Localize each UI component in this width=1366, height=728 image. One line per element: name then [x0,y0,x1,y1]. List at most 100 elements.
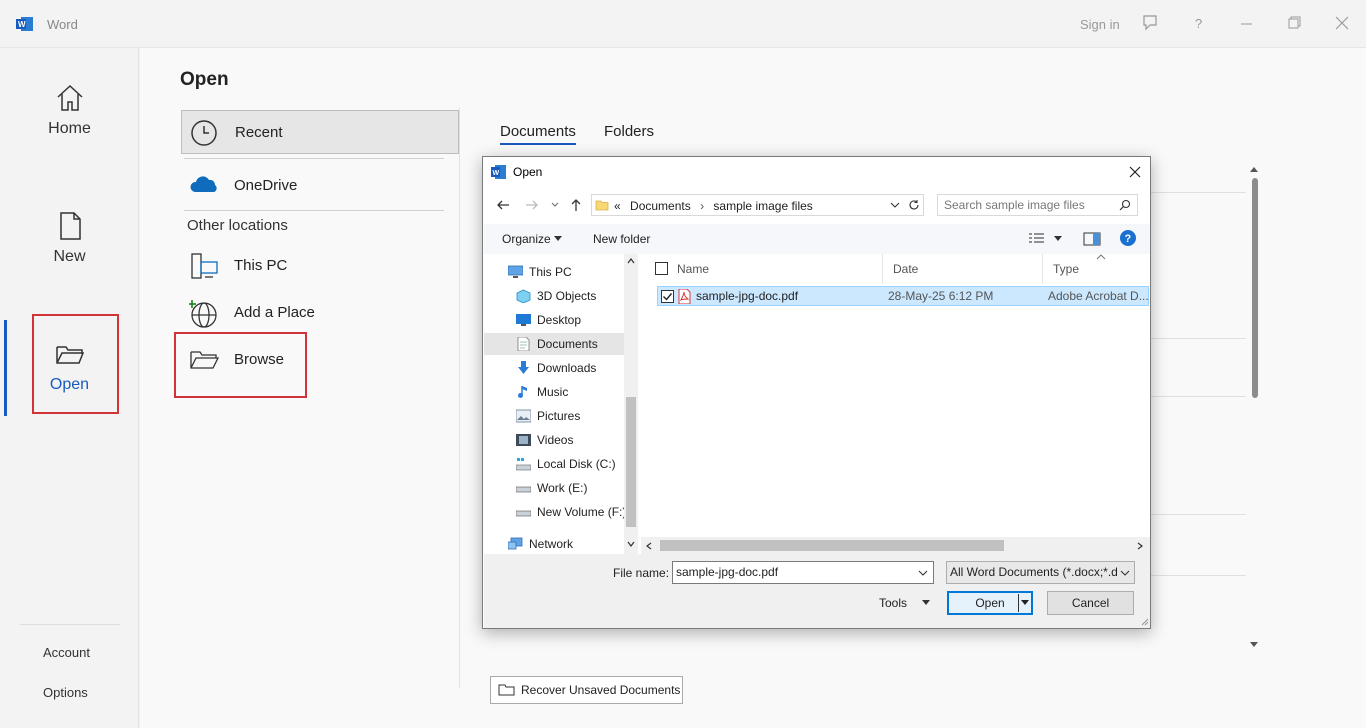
nav-item-3d-objects[interactable]: 3D Objects [484,285,624,307]
download-icon [518,361,529,374]
scroll-thumb[interactable] [626,397,636,527]
chevron-down-icon[interactable] [1021,600,1029,606]
chevron-down-icon[interactable] [890,200,900,210]
tab-documents[interactable]: Documents [500,123,576,145]
nav-item-label: This PC [529,265,572,279]
highlight-box-open [32,314,119,414]
location-recent[interactable]: Recent [181,110,459,154]
dialog-footer: File name: sample-jpg-doc.pdf All Word D… [484,554,1150,628]
music-icon [518,386,527,398]
dialog-title: Open [513,165,543,179]
search-input[interactable]: Search sample image files [937,194,1138,216]
preview-pane-icon[interactable] [1083,232,1101,246]
rail-account[interactable]: Account [43,645,90,660]
nav-item-network[interactable]: Network [484,533,624,555]
recover-unsaved-button[interactable]: Recover Unsaved Documents [490,676,683,704]
location-this-pc[interactable]: This PC [181,244,459,288]
backstage-rail: Home New Open Account Options [0,48,139,728]
restore-icon[interactable] [1285,14,1303,32]
nav-item-label: Network [529,537,574,551]
desktop-icon [516,314,531,326]
scroll-right-icon[interactable] [1137,542,1143,550]
file-name: sample-jpg-doc.pdf [696,289,799,303]
new-document-icon [59,212,81,240]
pane-divider [459,108,460,688]
chevron-down-icon[interactable] [1054,236,1062,242]
location-onedrive[interactable]: OneDrive [181,164,459,208]
address-bar[interactable]: « Documents › sample image files [591,194,924,216]
chevron-down-icon[interactable] [554,236,562,242]
close-window-icon[interactable] [1333,14,1351,32]
scroll-down-icon[interactable] [627,541,635,547]
open-button[interactable]: Open [947,591,1033,615]
list-divider [1150,338,1246,339]
chevron-down-icon[interactable] [918,570,928,577]
help-icon[interactable]: ? [1119,229,1137,247]
chevron-down-icon[interactable] [1120,570,1130,577]
pc-icon [508,265,523,278]
cancel-button[interactable]: Cancel [1047,591,1134,615]
recent-locations-chevron-icon[interactable] [550,199,560,211]
nav-item-desktop[interactable]: Desktop [484,309,624,331]
forward-arrow-icon[interactable] [524,197,540,213]
nav-item-local-disk-c[interactable]: Local Disk (C:) [484,453,624,475]
nav-item-this-pc[interactable]: This PC [484,261,624,283]
pictures-icon [516,409,531,423]
rail-new[interactable]: New [0,210,139,266]
nav-item-work-e[interactable]: Work (E:) [484,477,624,499]
location-recent-label: Recent [235,124,283,141]
breadcrumb-sample-image-files[interactable]: sample image files [713,199,812,213]
feedback-icon[interactable] [1141,14,1159,32]
up-arrow-icon[interactable] [569,197,583,213]
open-button-label: Open [975,596,1005,610]
computer-icon [191,253,218,279]
svg-text:?: ? [1125,233,1132,245]
tools-button[interactable]: Tools [879,596,907,610]
globe-add-icon [189,300,217,328]
dialog-toolbar: Organize New folder ? [484,224,1150,254]
nav-item-videos[interactable]: Videos [484,429,624,451]
tab-folders[interactable]: Folders [604,123,654,140]
refresh-icon[interactable] [908,199,920,211]
rail-home[interactable]: Home [0,82,139,138]
file-list-horizontal-scrollbar[interactable] [641,537,1150,554]
new-folder-button[interactable]: New folder [593,232,650,246]
breadcrumb-documents[interactable]: Documents [630,199,691,213]
home-icon [56,84,83,111]
nav-item-documents[interactable]: Documents [484,333,624,355]
breadcrumb-overflow[interactable]: « [614,199,621,213]
nav-item-new-volume-f[interactable]: New Volume (F:) [484,501,626,523]
column-header-date[interactable]: Date [883,254,1043,284]
view-options-icon[interactable] [1028,232,1046,246]
scroll-up-icon[interactable] [627,258,635,264]
navigation-scrollbar[interactable] [624,254,638,554]
location-add-place[interactable]: Add a Place [181,291,459,335]
nav-item-downloads[interactable]: Downloads [484,357,624,379]
help-button[interactable]: ? [1195,16,1202,31]
nav-item-pictures[interactable]: Pictures [484,405,624,427]
scroll-left-icon[interactable] [646,542,652,550]
file-row[interactable]: sample-jpg-doc.pdf 28-May-25 6:12 PM Ado… [657,286,1149,306]
other-locations-heading: Other locations [187,217,288,234]
nav-item-music[interactable]: Music [484,381,624,403]
file-row-checkbox[interactable] [661,290,674,303]
location-add-place-label: Add a Place [234,304,315,321]
file-name-input[interactable]: sample-jpg-doc.pdf [672,561,934,584]
column-header-name[interactable]: Name [667,254,883,284]
chevron-down-icon[interactable] [922,600,930,606]
sign-in-link[interactable]: Sign in [1080,17,1120,32]
file-type-select[interactable]: All Word Documents (*.docx;*.d [946,561,1135,584]
minimize-icon[interactable] [1238,14,1256,32]
organize-button[interactable]: Organize [502,232,551,246]
scroll-thumb[interactable] [660,540,1004,551]
scroll-up-icon[interactable] [1248,164,1260,174]
scroll-thumb[interactable] [1252,178,1258,398]
nav-item-label: Music [537,385,569,399]
rail-options[interactable]: Options [43,685,88,700]
pdf-file-icon [678,289,691,304]
scroll-down-icon[interactable] [1248,640,1260,650]
back-arrow-icon[interactable] [495,197,511,213]
resize-grip-icon[interactable] [1139,616,1149,626]
cube-icon [516,289,531,303]
close-icon[interactable] [1128,165,1142,179]
